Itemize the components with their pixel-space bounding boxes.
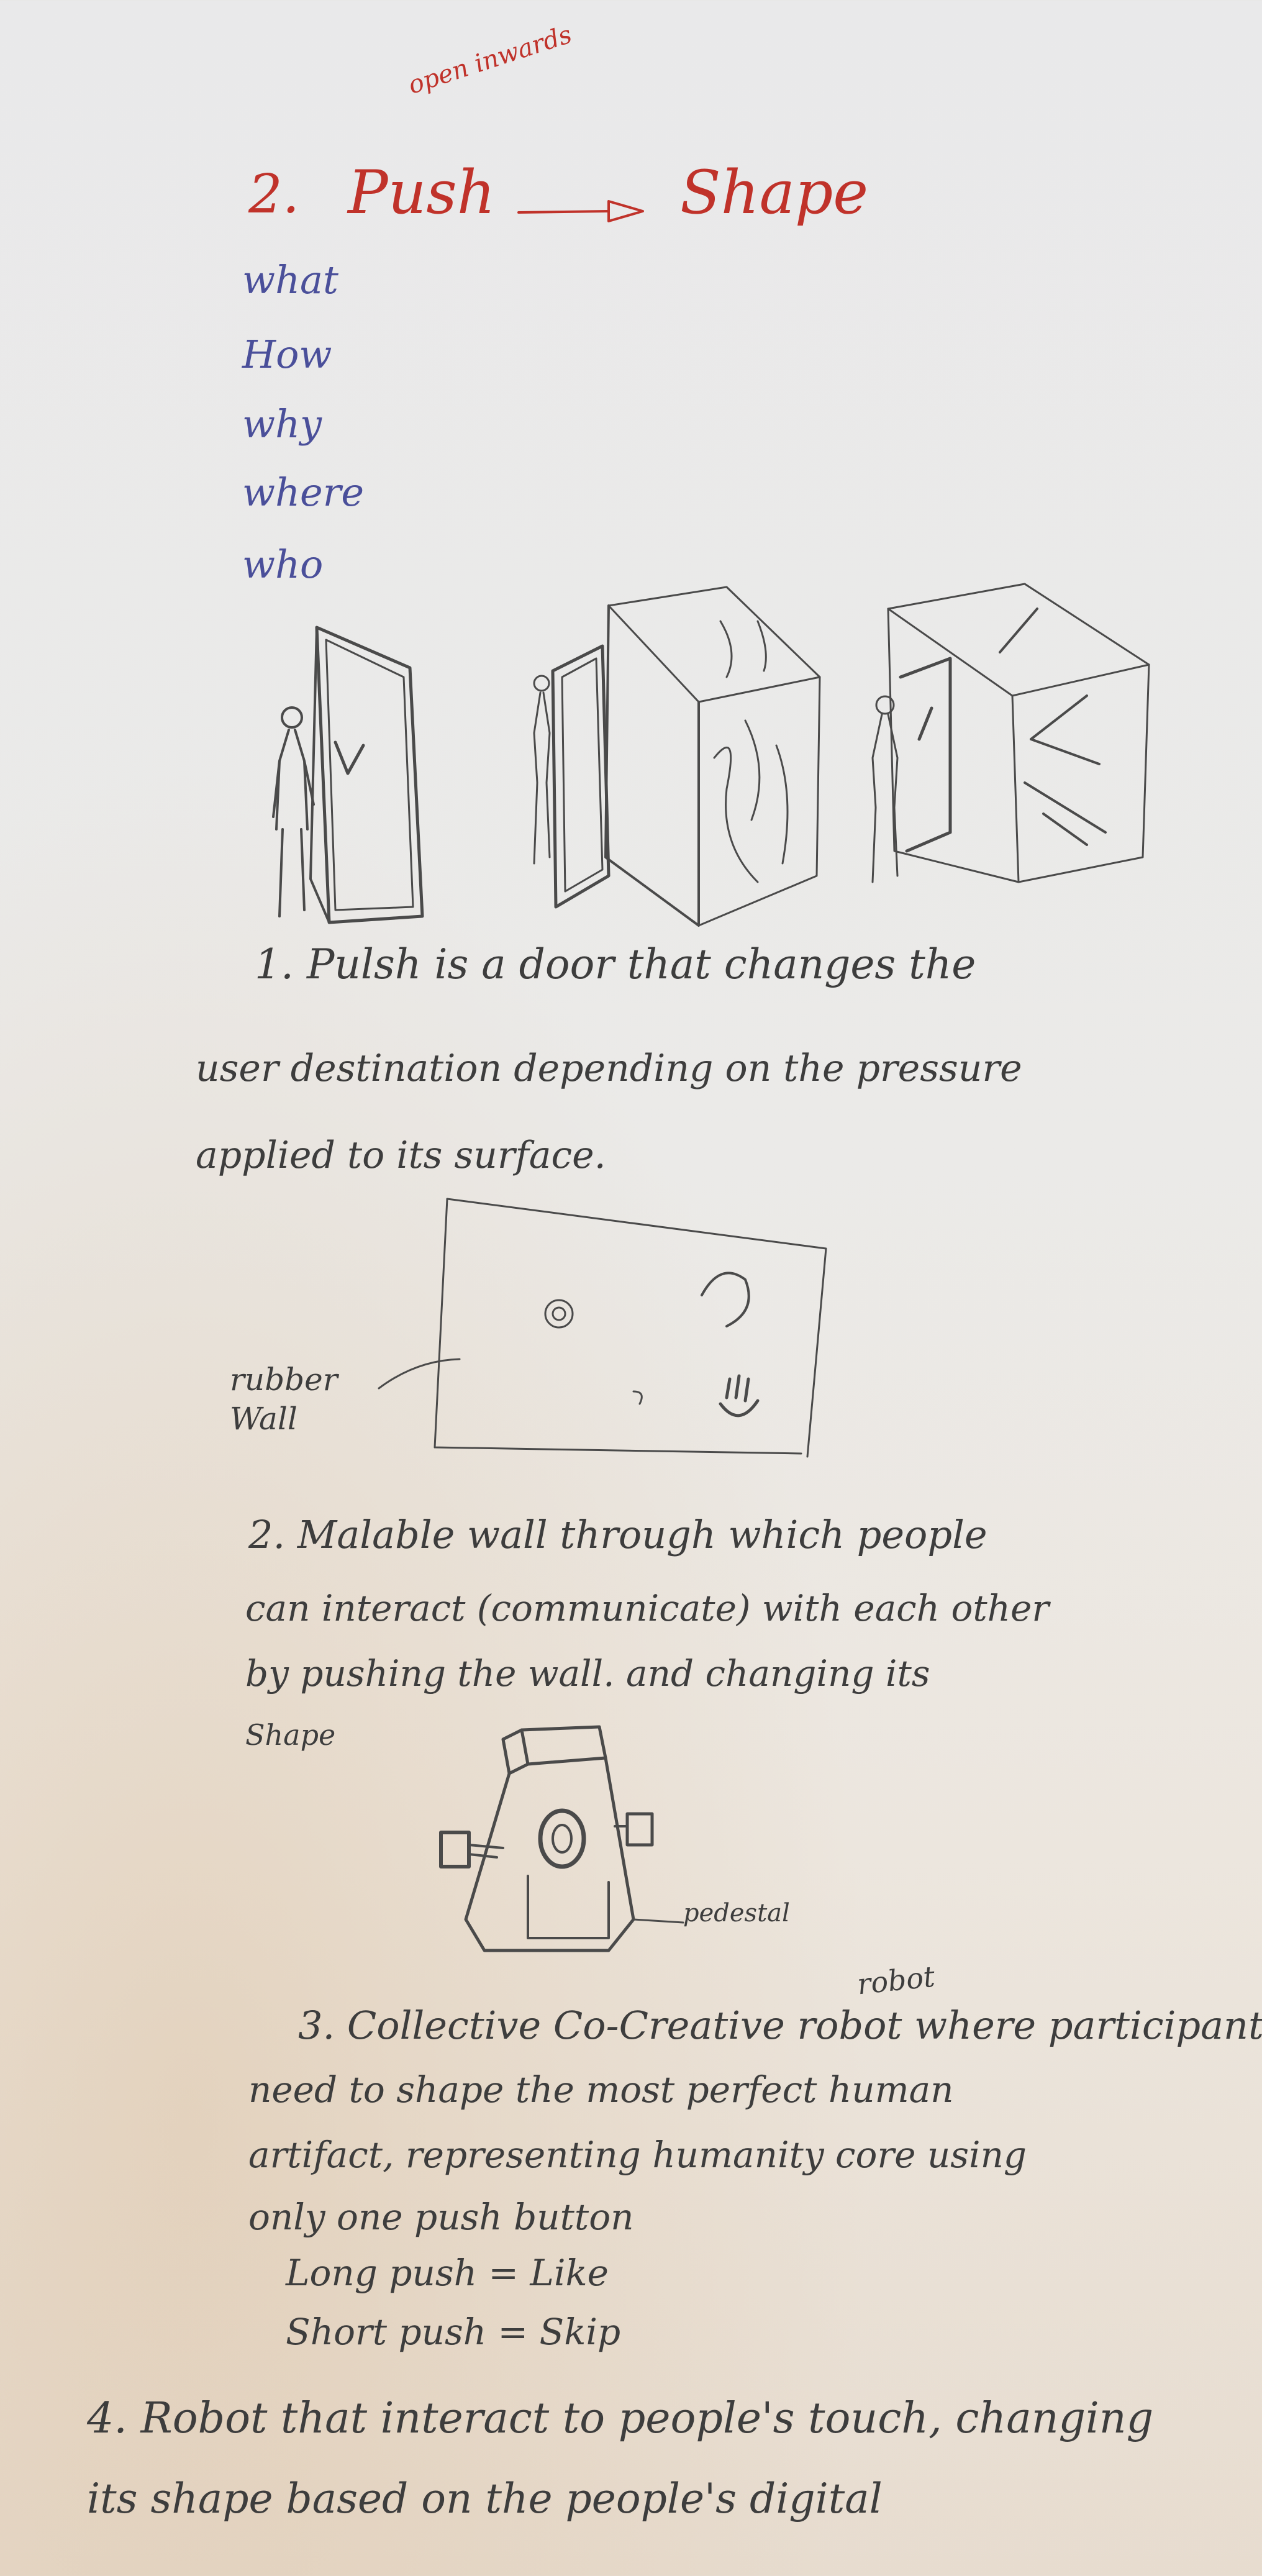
idea2-line3: by pushing the wall. and changing its	[245, 1652, 930, 1695]
title-arrow-icon	[517, 200, 644, 222]
wall-label: rubber Wall	[230, 1362, 338, 1437]
idea1-line3: applied to its surface.	[196, 1134, 606, 1177]
idea3-line6: Short push = Skip	[286, 2311, 621, 2353]
idea4-line2: its shape based on the people's digital	[87, 2475, 883, 2523]
door-sketch-2	[533, 586, 821, 927]
title-note: open inwards	[404, 20, 576, 100]
question-why: why	[242, 401, 322, 447]
wall-sketch	[378, 1198, 827, 1458]
idea3-line3: artifact, representing humanity core usi…	[248, 2134, 1027, 2176]
question-what: what	[242, 257, 338, 303]
door-sketch-3	[871, 583, 1150, 883]
robot-sketch-label: pedestal	[683, 1899, 790, 1927]
idea3-line1: 3. Collective Co-Creative robot where pa…	[298, 2003, 1262, 2048]
idea2-line4: Shape	[245, 1718, 336, 1752]
idea3-line2: need to shape the most perfect human	[248, 2069, 954, 2111]
question-where: where	[242, 470, 365, 515]
question-who: who	[242, 542, 324, 587]
idea1-line2: user destination depending on the pressu…	[196, 1047, 1022, 1090]
title-push: Push	[348, 158, 496, 227]
title-number: 2.	[248, 163, 300, 225]
idea1-line1: 1. Pulsh is a door that changes the	[255, 940, 976, 988]
idea3-line4: only one push button	[248, 2196, 634, 2238]
door-sketch-1	[272, 626, 424, 924]
idea2-line1: 2. Malable wall through which people	[248, 1512, 987, 1557]
idea2-line2: can interact (communicate) with each oth…	[245, 1587, 1050, 1629]
robot-sketch	[439, 1725, 684, 1952]
idea3-line5: Long push = Like	[286, 2252, 609, 2294]
idea4-line1: 4. Robot that interact to people's touch…	[87, 2394, 1154, 2443]
title-shape: Shape	[680, 158, 869, 227]
question-how: How	[242, 332, 332, 377]
idea3-note: robot	[855, 1959, 937, 2001]
